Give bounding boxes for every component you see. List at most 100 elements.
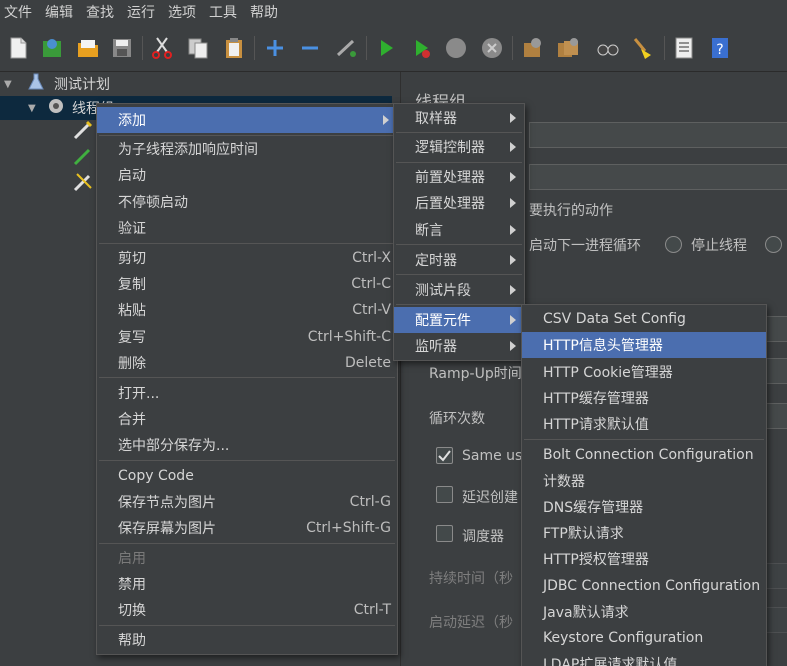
menu-item-label: 启用 [118, 551, 146, 567]
submenu-item-listener[interactable]: 监听器 [394, 333, 524, 359]
submenu-item-counter[interactable]: 计数器 [522, 468, 766, 494]
toolbar-separator [664, 36, 665, 60]
menu-item-copy[interactable]: 复制 Ctrl-C [97, 271, 397, 297]
menu-item-add[interactable]: 添加 [97, 107, 397, 133]
submenu-item-http-cache-manager[interactable]: HTTP缓存管理器 [522, 385, 766, 411]
submenu-item-keystore-configuration[interactable]: Keystore Configuration [522, 625, 766, 651]
expand-icon[interactable] [261, 34, 289, 62]
clear-all-icon[interactable] [554, 34, 582, 62]
open-folder-icon[interactable] [74, 34, 102, 62]
search-binoculars-icon[interactable] [594, 34, 622, 62]
menu-item-start[interactable]: 启动 [97, 162, 397, 188]
toggle-icon[interactable] [332, 34, 360, 62]
submenu-item-assertion[interactable]: 断言 [394, 217, 524, 243]
submenu-item-java-request-defaults[interactable]: Java默认请求 [522, 599, 766, 625]
menu-item-save-screen-image[interactable]: 保存屏幕为图片 Ctrl+Shift-G [97, 515, 397, 541]
startup-delay-label: 启动延迟（秒 [429, 615, 513, 631]
templates-icon[interactable] [38, 34, 66, 62]
menu-item-add-response-time[interactable]: 为子线程添加响应时间 [97, 136, 397, 162]
submenu-item-ftp-request-defaults[interactable]: FTP默认请求 [522, 520, 766, 546]
menu-item-cut[interactable]: 剪切 Ctrl-X [97, 245, 397, 271]
menu-separator [99, 243, 395, 244]
submenu-item-logic-controller[interactable]: 逻辑控制器 [394, 134, 524, 160]
submenu-item-jdbc-connection[interactable]: JDBC Connection Configuration [522, 573, 766, 599]
menu-item-label: 复写 [118, 330, 146, 346]
stop-icon[interactable] [442, 34, 470, 62]
action-label: 要执行的动作 [529, 203, 613, 219]
tree-node-child[interactable] [72, 172, 94, 196]
paste-icon[interactable] [220, 34, 248, 62]
reset-search-broom-icon[interactable] [628, 34, 656, 62]
expand-arrow-icon[interactable]: ▼ [4, 79, 18, 90]
name-field[interactable] [529, 122, 787, 148]
tree-node-child[interactable] [72, 146, 94, 170]
menu-item-label: 取样器 [415, 111, 457, 127]
tree-node-child[interactable] [72, 120, 94, 144]
submenu-arrow-icon [510, 285, 516, 295]
menu-edit[interactable]: 编辑 [41, 0, 82, 26]
menu-item-validate[interactable]: 验证 [97, 215, 397, 241]
function-helper-icon[interactable] [670, 34, 698, 62]
clear-icon[interactable] [518, 34, 546, 62]
submenu-item-csv-data-set[interactable]: CSV Data Set Config [522, 306, 766, 332]
menu-separator [396, 244, 522, 245]
new-file-icon[interactable] [4, 34, 32, 62]
submenu-arrow-icon [510, 142, 516, 152]
submenu-item-http-request-defaults[interactable]: HTTP请求默认值 [522, 411, 766, 437]
menu-item-save-node-image[interactable]: 保存节点为图片 Ctrl-G [97, 489, 397, 515]
same-user-checkbox[interactable] [436, 447, 453, 464]
menu-item-merge[interactable]: 合并 [97, 406, 397, 432]
help-icon[interactable]: ? [706, 34, 734, 62]
comment-field[interactable] [529, 164, 787, 190]
menu-item-delete[interactable]: 删除 Delete [97, 350, 397, 376]
menu-search[interactable]: 查找 [82, 0, 123, 26]
menu-tools[interactable]: 工具 [205, 0, 246, 26]
menu-item-toggle[interactable]: 切换 Ctrl-T [97, 597, 397, 623]
submenu-item-http-cookie-manager[interactable]: HTTP Cookie管理器 [522, 359, 766, 385]
menu-help[interactable]: 帮助 [246, 0, 287, 26]
radio-stop-thread[interactable] [665, 236, 682, 253]
start-no-pause-icon[interactable] [408, 34, 436, 62]
submenu-item-post-processor[interactable]: 后置处理器 [394, 190, 524, 216]
menu-item-label: 定时器 [415, 253, 457, 269]
start-icon[interactable] [372, 34, 400, 62]
submenu-item-test-fragment[interactable]: 测试片段 [394, 277, 524, 303]
add-submenu: 取样器 逻辑控制器 前置处理器 后置处理器 断言 定时器 测试片段 配置元件 监… [393, 103, 525, 361]
submenu-item-ldap-extended-defaults[interactable]: LDAP扩展请求默认值 [522, 651, 766, 666]
submenu-arrow-icon [510, 341, 516, 351]
toolbar-separator [142, 36, 143, 60]
submenu-item-pre-processor[interactable]: 前置处理器 [394, 164, 524, 190]
menu-bar: 文件 编辑 查找 运行 选项 工具 帮助 [0, 0, 787, 26]
menu-item-copy-code[interactable]: Copy Code [97, 463, 397, 489]
radio-stop-test[interactable] [765, 236, 782, 253]
menu-item-save-selection-as[interactable]: 选中部分保存为... [97, 432, 397, 458]
menu-item-start-no-pause[interactable]: 不停顿启动 [97, 189, 397, 215]
menu-file[interactable]: 文件 [0, 0, 41, 26]
menu-item-help[interactable]: 帮助 [97, 627, 397, 653]
menu-item-disable[interactable]: 禁用 [97, 571, 397, 597]
menu-run[interactable]: 运行 [123, 0, 164, 26]
submenu-item-bolt-connection[interactable]: Bolt Connection Configuration [522, 442, 766, 468]
cut-icon[interactable] [148, 34, 176, 62]
delay-create-checkbox[interactable] [436, 486, 453, 503]
copy-icon[interactable] [184, 34, 212, 62]
menu-item-duplicate[interactable]: 复写 Ctrl+Shift-C [97, 324, 397, 350]
save-icon[interactable] [108, 34, 136, 62]
submenu-item-config-element[interactable]: 配置元件 [394, 307, 524, 333]
menu-options[interactable]: 选项 [164, 0, 205, 26]
menu-item-open[interactable]: 打开... [97, 380, 397, 406]
expand-arrow-icon[interactable]: ▼ [28, 103, 42, 114]
shutdown-icon[interactable] [478, 34, 506, 62]
tree-node-test-plan[interactable]: ▼ 测试计划 [4, 72, 110, 96]
submenu-item-dns-cache-manager[interactable]: DNS缓存管理器 [522, 494, 766, 520]
submenu-item-http-header-manager[interactable]: HTTP信息头管理器 [522, 332, 766, 358]
scheduler-checkbox[interactable] [436, 525, 453, 542]
submenu-item-timer[interactable]: 定时器 [394, 247, 524, 273]
menu-item-label: 监听器 [415, 339, 457, 355]
collapse-icon[interactable] [296, 34, 324, 62]
submenu-item-sampler[interactable]: 取样器 [394, 105, 524, 131]
submenu-arrow-icon [510, 198, 516, 208]
menu-item-label: 选中部分保存为... [118, 438, 230, 454]
submenu-item-http-auth-manager[interactable]: HTTP授权管理器 [522, 546, 766, 572]
menu-item-paste[interactable]: 粘贴 Ctrl-V [97, 297, 397, 323]
